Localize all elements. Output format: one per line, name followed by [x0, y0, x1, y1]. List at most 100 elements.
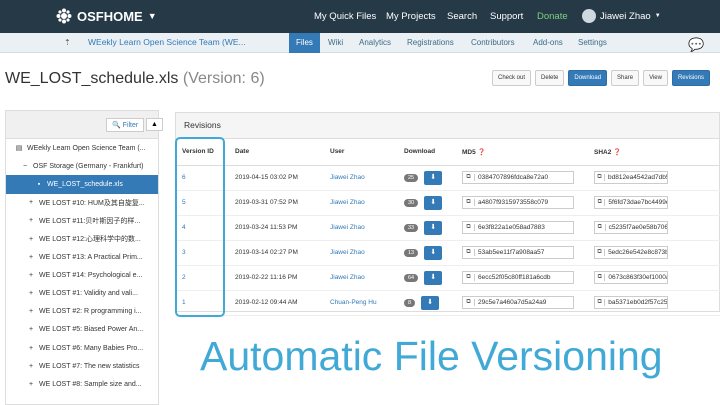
sha2-field[interactable]: ⧉5f6fd73dae7bc4499e81: [594, 196, 668, 209]
sha2-field[interactable]: ⧉ba5371eb0d2f57c259b0: [594, 296, 668, 309]
tree-item[interactable]: + WE LOST #5: Biased Power An...: [6, 321, 158, 339]
copy-icon[interactable]: ⧉: [463, 299, 475, 306]
help-icon: ❓: [613, 148, 622, 156]
caret-down-icon: ▼: [147, 11, 157, 21]
tab-files[interactable]: Files: [289, 33, 320, 53]
col-md5: MD5 ❓: [456, 139, 588, 166]
md5-value: 6ecc52f05c80ff181a6cdb: [478, 274, 551, 281]
tree-item[interactable]: + WE LOST #6: Many Babies Pro...: [6, 339, 158, 357]
download-icon[interactable]: ⬇: [424, 220, 443, 235]
help-icon: ❓: [477, 148, 486, 156]
revision-user-link[interactable]: Jiawei Zhao: [324, 190, 398, 216]
tree-item[interactable]: + WE LOST #12:心理科学中的数...: [6, 230, 158, 248]
nav-donate[interactable]: Donate: [537, 11, 568, 22]
comments-icon[interactable]: 💬: [688, 37, 704, 53]
tab-analytics[interactable]: Analytics: [359, 38, 391, 47]
nav-search[interactable]: Search: [447, 11, 477, 22]
table-row: 3 2019-03-14 02:27 PM Jiawei Zhao 13 ⬇ ⧉ 53ab5…: [176, 240, 720, 266]
share-button[interactable]: Share: [611, 70, 640, 86]
sha2-field[interactable]: ⧉bd812ea4542ad7db5058: [594, 171, 668, 184]
tree-item-label: WE LOST #2: R programming i...: [39, 308, 142, 316]
sha2-value: ba5371eb0d2f57c259b0: [608, 299, 667, 306]
copy-icon[interactable]: ⧉: [595, 249, 606, 256]
tree-item[interactable]: + WE LOST #2: R programming i...: [6, 303, 158, 321]
download-count-badge: 25: [404, 173, 419, 182]
copy-icon[interactable]: ⧉: [463, 249, 475, 256]
tree-item[interactable]: + WE LOST #14: Psychological e...: [6, 266, 158, 284]
download-button[interactable]: Download: [568, 70, 608, 86]
expand-icon: +: [28, 381, 34, 389]
nav-my-quick-files[interactable]: My Quick Files: [314, 11, 376, 22]
expand-icon: +: [28, 308, 34, 316]
download-cell: 33 ⬇: [398, 215, 456, 241]
md5-field[interactable]: ⧉ 6ecc52f05c80ff181a6cdb: [462, 271, 574, 284]
tree-item[interactable]: − OSF Storage (Germany - Frankfurt): [6, 157, 158, 175]
collapse-button[interactable]: ▲: [146, 118, 163, 131]
tree-item-label: WE LOST #1: Validity and vali...: [39, 290, 138, 298]
copy-icon[interactable]: ⧉: [463, 174, 475, 181]
download-icon[interactable]: ⬇: [424, 270, 443, 285]
md5-cell: ⧉ 53ab5ee11f7a908aa57: [456, 240, 588, 266]
tab-wiki[interactable]: Wiki: [328, 38, 343, 47]
tree-item[interactable]: + WE LOST #8: Sample size and...: [6, 375, 158, 393]
tab-contributors[interactable]: Contributors: [471, 38, 515, 47]
osf-home-link[interactable]: OSFHOME ▼: [56, 8, 157, 24]
project-title-link[interactable]: WEekly Learn Open Science Team (WE...: [88, 37, 246, 47]
md5-field[interactable]: ⧉ 29c5e7a460a7d5a24a9: [462, 296, 574, 309]
copy-icon[interactable]: ⧉: [595, 224, 606, 231]
copy-icon[interactable]: ⧉: [595, 174, 605, 181]
sha2-field[interactable]: ⧉0673c863f30ef1000abb: [594, 271, 668, 284]
filter-label: Filter: [122, 122, 139, 129]
tab-add-ons[interactable]: Add-ons: [533, 38, 563, 47]
nav-my-projects[interactable]: My Projects: [386, 11, 436, 22]
md5-label: MD5: [462, 148, 476, 156]
revision-user-link[interactable]: Chuan-Peng Hu: [324, 290, 398, 316]
revision-date: 2019-02-12 09:44 AM: [229, 290, 324, 316]
delete-button[interactable]: Delete: [535, 70, 565, 86]
user-menu[interactable]: Jiawei Zhao ▼: [582, 9, 661, 23]
tree-item[interactable]: ▤ WEekly Learn Open Science Team (...: [6, 139, 158, 157]
tree-item[interactable]: + WE LOST #13: A Practical Prim...: [6, 248, 158, 266]
sha2-field[interactable]: ⧉5edc26e542e8c873b0d2: [594, 246, 668, 259]
tree-item[interactable]: + WE LOST #11:贝叶斯因子的样...: [6, 212, 158, 230]
tab-settings[interactable]: Settings: [578, 38, 607, 47]
download-icon[interactable]: ⬇: [424, 195, 443, 210]
revisions-button[interactable]: Revisions: [671, 70, 710, 86]
md5-field[interactable]: ⧉ 0384707896fdca8e72a0: [462, 171, 574, 184]
view-button[interactable]: View: [643, 70, 668, 86]
expand-icon: +: [28, 235, 34, 243]
md5-value: a4807f9315973558c079: [478, 199, 549, 206]
sha2-value: bd812ea4542ad7db5058: [607, 174, 667, 181]
md5-field[interactable]: ⧉ a4807f9315973558c079: [462, 196, 574, 209]
copy-icon[interactable]: ⧉: [463, 224, 475, 231]
revision-user-link[interactable]: Jiawei Zhao: [324, 215, 398, 241]
nav-support[interactable]: Support: [490, 11, 523, 22]
download-count-badge: 64: [404, 273, 419, 282]
filter-button[interactable]: 🔍 Filter: [106, 118, 145, 132]
copy-icon[interactable]: ⧉: [595, 299, 606, 306]
revision-user-link[interactable]: Jiawei Zhao: [324, 265, 398, 291]
revision-user-link[interactable]: Jiawei Zhao: [324, 165, 398, 191]
copy-icon[interactable]: ⧉: [463, 199, 475, 206]
copy-icon[interactable]: ⧉: [595, 199, 606, 206]
download-icon[interactable]: ⬇: [424, 170, 443, 185]
revision-user-link[interactable]: Jiawei Zhao: [324, 240, 398, 266]
col-sha2: SHA2 ❓: [588, 139, 720, 166]
col-download: Download: [398, 139, 456, 166]
tree-item[interactable]: + WE LOST #1: Validity and vali...: [6, 285, 158, 303]
md5-cell: ⧉ 6e3f822a1e058ad7883: [456, 215, 588, 241]
tree-item[interactable]: ▪ WE_LOST_schedule.xls: [6, 175, 158, 194]
sha2-field[interactable]: ⧉c5235f7ae0e58b7063b: [594, 221, 668, 234]
tree-item[interactable]: + WE LOST #10: HUM及其自旋复...: [6, 194, 158, 212]
md5-field[interactable]: ⧉ 53ab5ee11f7a908aa57: [462, 246, 574, 259]
check-out-button[interactable]: Check out: [492, 70, 532, 86]
download-icon[interactable]: ⬇: [424, 245, 443, 260]
copy-icon[interactable]: ⧉: [463, 274, 475, 281]
caret-down-icon: ▼: [654, 13, 661, 19]
download-icon[interactable]: ⬇: [421, 295, 440, 310]
copy-icon[interactable]: ⧉: [595, 274, 606, 281]
md5-field[interactable]: ⧉ 6e3f822a1e058ad7883: [462, 221, 574, 234]
tree-item-label: WE_LOST_schedule.xls: [47, 180, 123, 188]
tab-registrations[interactable]: Registrations: [407, 38, 454, 47]
tree-item[interactable]: + WE LOST #7: The new statistics: [6, 357, 158, 375]
